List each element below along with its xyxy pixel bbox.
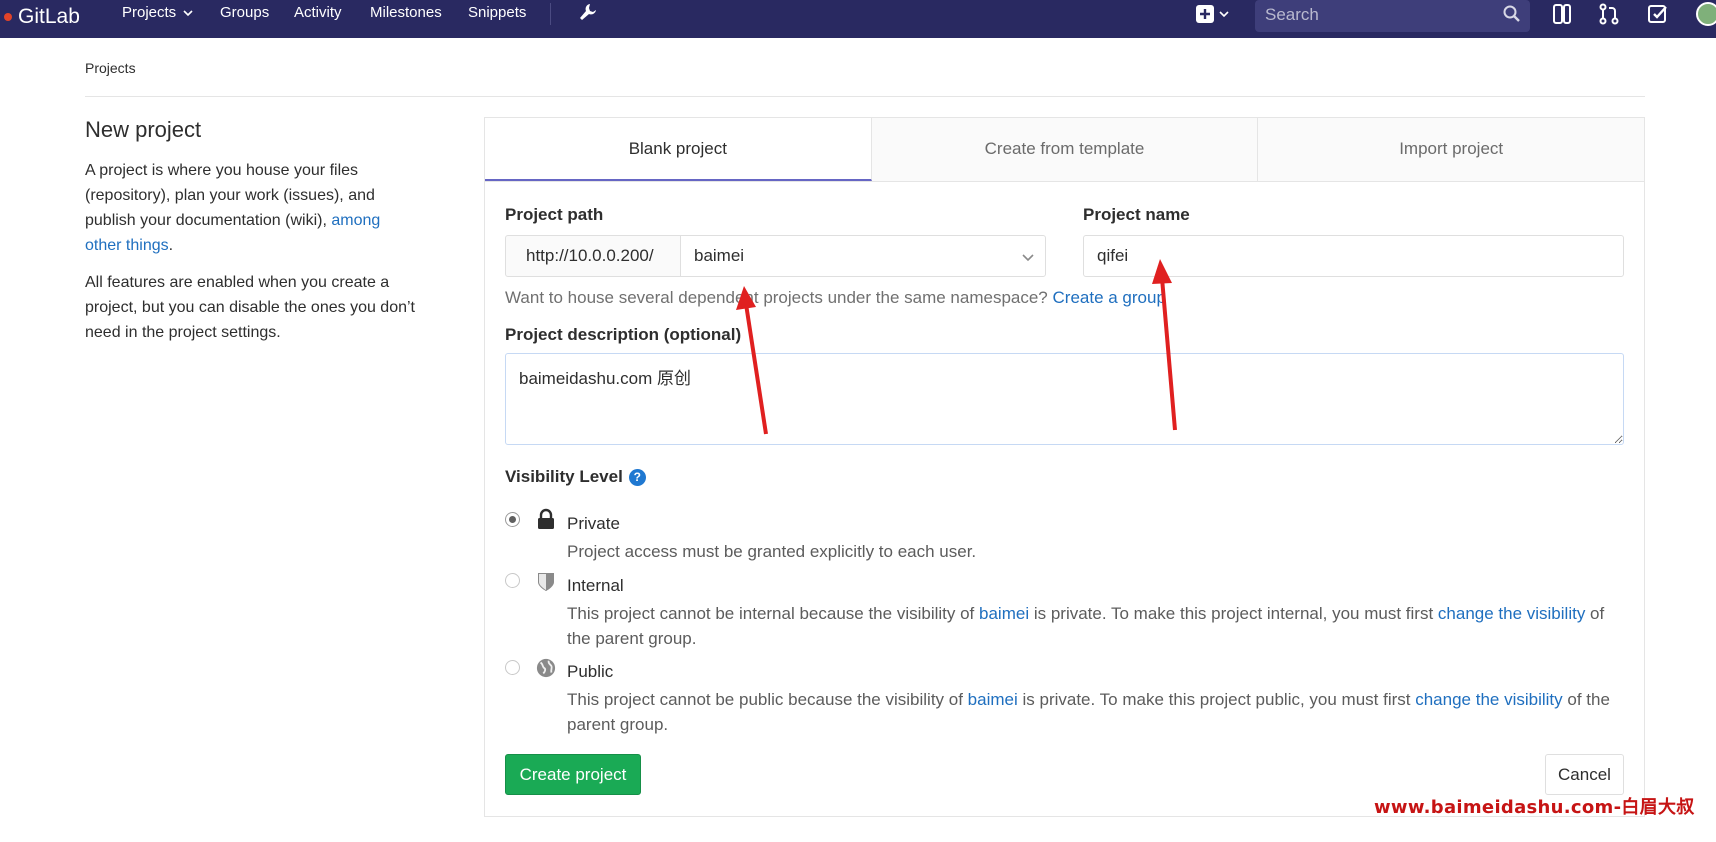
gitlab-logo[interactable]: GitLab xyxy=(4,3,80,31)
internal-namespace-link[interactable]: baimei xyxy=(979,604,1029,623)
internal-desc-b: is private. To make this project interna… xyxy=(1029,604,1438,623)
public-namespace-link[interactable]: baimei xyxy=(968,690,1018,709)
wrench-icon[interactable] xyxy=(576,2,598,24)
public-desc-b: is private. To make this project public,… xyxy=(1017,690,1416,709)
intro-text: A project is where you house your files … xyxy=(85,158,420,258)
watermark: www.baimeidashu.com-白眉大叔 xyxy=(1374,797,1695,818)
features-text: All features are enabled when you create… xyxy=(85,274,415,341)
plus-icon xyxy=(1196,5,1214,23)
create-project-button[interactable]: Create project xyxy=(505,754,641,795)
intro-end: . xyxy=(168,237,174,254)
page-title: New project xyxy=(85,117,202,142)
public-change-visibility-link[interactable]: change the visibility xyxy=(1415,690,1562,709)
nav-projects[interactable]: Projects xyxy=(122,0,194,28)
nav-divider xyxy=(550,3,551,25)
visibility-public-desc: This project cannot be public because th… xyxy=(567,687,1627,737)
lock-icon xyxy=(538,508,554,529)
public-desc-a: This project cannot be public because th… xyxy=(567,690,968,709)
nav-milestones[interactable]: Milestones xyxy=(370,0,442,28)
path-prefix: http://10.0.0.200/ xyxy=(505,235,681,277)
chevron-down-icon xyxy=(1022,254,1034,262)
nav-activity[interactable]: Activity xyxy=(294,0,342,28)
visibility-internal-title: Internal xyxy=(567,576,624,595)
gitlab-logo-icon xyxy=(4,13,12,21)
brand-name: GitLab xyxy=(18,5,80,28)
chevron-down-icon xyxy=(183,10,193,17)
radio-public[interactable] xyxy=(505,660,520,675)
project-path-label: Project path xyxy=(505,205,604,224)
search-field[interactable] xyxy=(1255,0,1530,32)
issues-icon[interactable] xyxy=(1550,2,1574,26)
radio-internal[interactable] xyxy=(505,573,520,588)
nav-snippets[interactable]: Snippets xyxy=(468,0,526,28)
globe-icon xyxy=(536,658,556,678)
namespace-value: baimei xyxy=(694,246,745,265)
merge-request-icon[interactable] xyxy=(1597,2,1621,26)
visibility-private-title: Private xyxy=(567,514,620,533)
todo-icon[interactable] xyxy=(1646,2,1670,26)
project-name-input[interactable] xyxy=(1083,235,1624,277)
project-tabs: Blank project Create from template Impor… xyxy=(485,118,1645,182)
cancel-button[interactable]: Cancel xyxy=(1545,754,1624,795)
tab-create-from-template[interactable]: Create from template xyxy=(871,118,1259,181)
namespace-help-text: Want to house several dependent projects… xyxy=(505,288,1053,307)
top-navbar: GitLab Projects Groups Activity Mileston… xyxy=(0,0,1716,38)
namespace-help: Want to house several dependent projects… xyxy=(505,288,1166,308)
internal-desc-a: This project cannot be internal because … xyxy=(567,604,980,623)
avatar[interactable] xyxy=(1696,2,1716,26)
breadcrumb[interactable]: Projects xyxy=(85,60,136,76)
visibility-internal-desc: This project cannot be internal because … xyxy=(567,601,1627,651)
visibility-label-text: Visibility Level xyxy=(505,467,623,486)
breadcrumb-divider xyxy=(85,96,1645,97)
description-label: Project description (optional) xyxy=(505,325,742,344)
radio-private[interactable] xyxy=(505,512,520,527)
internal-change-visibility-link[interactable]: change the visibility xyxy=(1438,604,1585,623)
new-item-dropdown[interactable] xyxy=(1195,3,1230,25)
visibility-private-desc: Project access must be granted explicitl… xyxy=(567,542,977,561)
namespace-select[interactable]: baimei xyxy=(680,235,1046,277)
visibility-level-label: Visibility Level ? xyxy=(505,467,646,487)
shield-icon xyxy=(538,573,554,591)
tab-import-project[interactable]: Import project xyxy=(1258,118,1645,181)
search-icon[interactable] xyxy=(1502,4,1522,24)
nav-groups[interactable]: Groups xyxy=(220,0,269,28)
project-name-label: Project name xyxy=(1083,205,1190,224)
chevron-down-icon xyxy=(1219,11,1229,18)
search-input[interactable] xyxy=(1265,4,1485,26)
question-circle-icon[interactable]: ? xyxy=(628,468,646,486)
tab-blank-project[interactable]: Blank project xyxy=(485,118,872,181)
visibility-public-title: Public xyxy=(567,662,614,681)
project-description-textarea[interactable]: baimeidashu.com 原创 xyxy=(505,353,1624,445)
create-group-link[interactable]: Create a group xyxy=(1053,288,1166,307)
nav-projects-label: Projects xyxy=(122,4,177,21)
